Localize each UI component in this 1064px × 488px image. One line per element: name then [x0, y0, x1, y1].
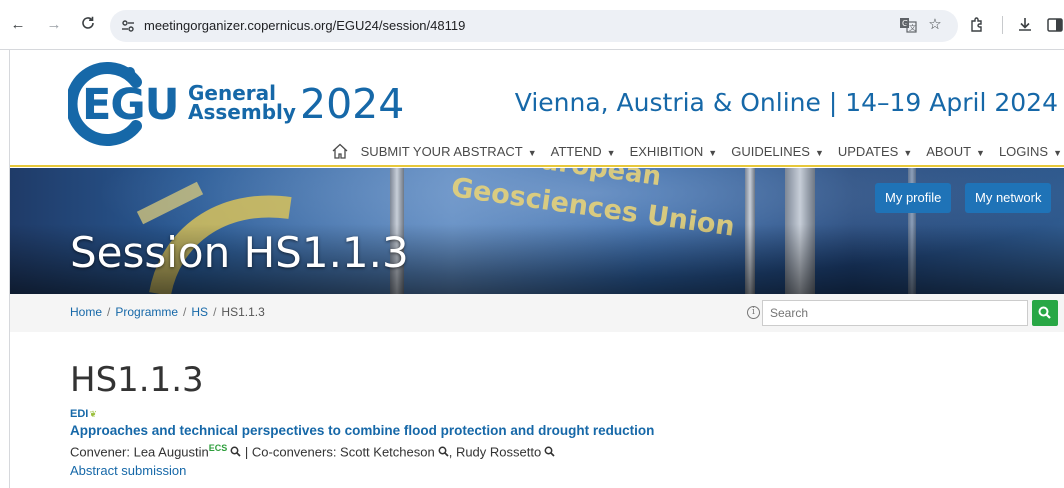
breadcrumb-hs[interactable]: HS [191, 305, 208, 319]
breadcrumb: Home / Programme / HS / HS1.1.3 [70, 305, 265, 319]
caret-down-icon: ▼ [527, 147, 537, 158]
arrow-right-icon[interactable]: → [44, 15, 64, 35]
session-title: Approaches and technical perspectives to… [70, 423, 655, 438]
site-header: EGU General Assembly 2024 Vienna, Austri… [10, 50, 1064, 167]
nav-updates[interactable]: UPDATES ▼ [838, 144, 912, 159]
session-code: HS1.1.3 [70, 360, 204, 400]
caret-down-icon: ▼ [1053, 147, 1062, 158]
search-input[interactable] [762, 300, 1028, 326]
convener-text: Convener: Lea Augustin [70, 444, 209, 460]
nav-submit-abstract[interactable]: SUBMIT YOUR ABSTRACT ▼ [361, 144, 537, 159]
session-banner: uropean Geosciences Union Session HS1.1.… [10, 168, 1064, 294]
breadcrumb-current: HS1.1.3 [221, 305, 265, 319]
caret-down-icon: ▼ [903, 147, 913, 158]
breadcrumb-separator: / [213, 305, 217, 319]
nav-label: SUBMIT YOUR ABSTRACT [360, 143, 523, 159]
caret-down-icon: ▼ [708, 147, 718, 158]
nav-label: ABOUT [926, 143, 972, 159]
conveners: Convener: Lea AugustinECS | Co-conveners… [70, 443, 1050, 459]
logo-year-text: 2024 [300, 80, 405, 128]
download-icon[interactable] [1016, 16, 1034, 34]
star-icon[interactable]: ☆ [926, 16, 944, 34]
breadcrumb-bar: Home / Programme / HS / HS1.1.3 i [10, 294, 1064, 332]
ecs-badge: ECS [208, 443, 228, 453]
coconvener-2-text: , Rudy Rossetto [448, 444, 542, 460]
logo-assembly-text: Assembly [188, 100, 296, 124]
nav-label: UPDATES [837, 143, 899, 159]
edi-leaf-icon: ❦ [89, 408, 97, 419]
nav-exhibition[interactable]: EXHIBITION ▼ [630, 144, 718, 159]
nav-attend[interactable]: ATTEND ▼ [551, 144, 616, 159]
info-icon[interactable]: i [747, 306, 760, 319]
arrow-left-icon[interactable]: ← [8, 15, 28, 35]
egu-logo[interactable]: EGU General Assembly 2024 [68, 58, 408, 148]
breadcrumb-programme[interactable]: Programme [115, 305, 178, 319]
caret-down-icon: ▼ [976, 147, 985, 158]
extensions-icon[interactable] [968, 16, 986, 34]
my-profile-button[interactable]: My profile [875, 183, 952, 213]
search-icon [1038, 306, 1051, 319]
breadcrumb-separator: / [183, 305, 187, 319]
caret-down-icon: ▼ [606, 147, 616, 158]
url-text[interactable]: meetingorganizer.copernicus.org/EGU24/se… [144, 18, 465, 33]
banner-title: Session HS1.1.3 [70, 228, 409, 277]
caret-down-icon: ▼ [814, 147, 824, 158]
site-settings-icon[interactable] [120, 18, 136, 34]
session-content: HS1.1.3 EDI ❦ Approaches and technical pe… [70, 360, 1050, 478]
sidepanel-icon[interactable] [1046, 16, 1064, 34]
breadcrumb-home[interactable]: Home [70, 305, 102, 319]
nav-guidelines[interactable]: GUIDELINES ▼ [731, 144, 824, 159]
home-icon[interactable] [331, 142, 349, 160]
toolbar-divider [1002, 16, 1003, 34]
abstract-submission-link[interactable]: Abstract submission [70, 463, 1050, 478]
search-convener-icon[interactable] [544, 445, 555, 457]
edi-label: EDI [70, 408, 89, 420]
venue-dates: Vienna, Austria & Online | 14–19 April 2… [514, 88, 1058, 117]
my-network-button[interactable]: My network [965, 183, 1052, 213]
nav-about[interactable]: ABOUT ▼ [926, 144, 985, 159]
search-convener-icon[interactable] [230, 445, 241, 457]
nav-label: ATTEND [550, 143, 602, 159]
search-button[interactable] [1032, 300, 1058, 326]
breadcrumb-separator: / [107, 305, 111, 319]
main-nav: SUBMIT YOUR ABSTRACT ▼ ATTEND ▼ EXHIBITION… [331, 141, 1064, 161]
logo-general-assembly: General Assembly [188, 83, 296, 124]
nav-label: GUIDELINES [731, 143, 810, 159]
search-convener-icon[interactable] [438, 445, 449, 457]
edi-badge[interactable]: EDI ❦ [70, 408, 1050, 420]
browser-toolbar: ← → meetingorganizer.copernicus.org/EGU2… [0, 0, 1064, 50]
address-bar[interactable]: meetingorganizer.copernicus.org/EGU24/se… [110, 10, 958, 42]
coconveners-text: | Co-conveners: Scott Ketcheson [241, 444, 435, 460]
nav-label: EXHIBITION [629, 143, 704, 159]
reload-icon[interactable] [78, 15, 98, 35]
logo-egu-text: EGU [82, 80, 180, 130]
svg-text:文: 文 [909, 23, 916, 32]
nav-logins[interactable]: LOGINS ▼ [999, 144, 1062, 159]
translate-icon[interactable]: G文 [899, 16, 917, 34]
nav-label: LOGINS [998, 143, 1049, 159]
